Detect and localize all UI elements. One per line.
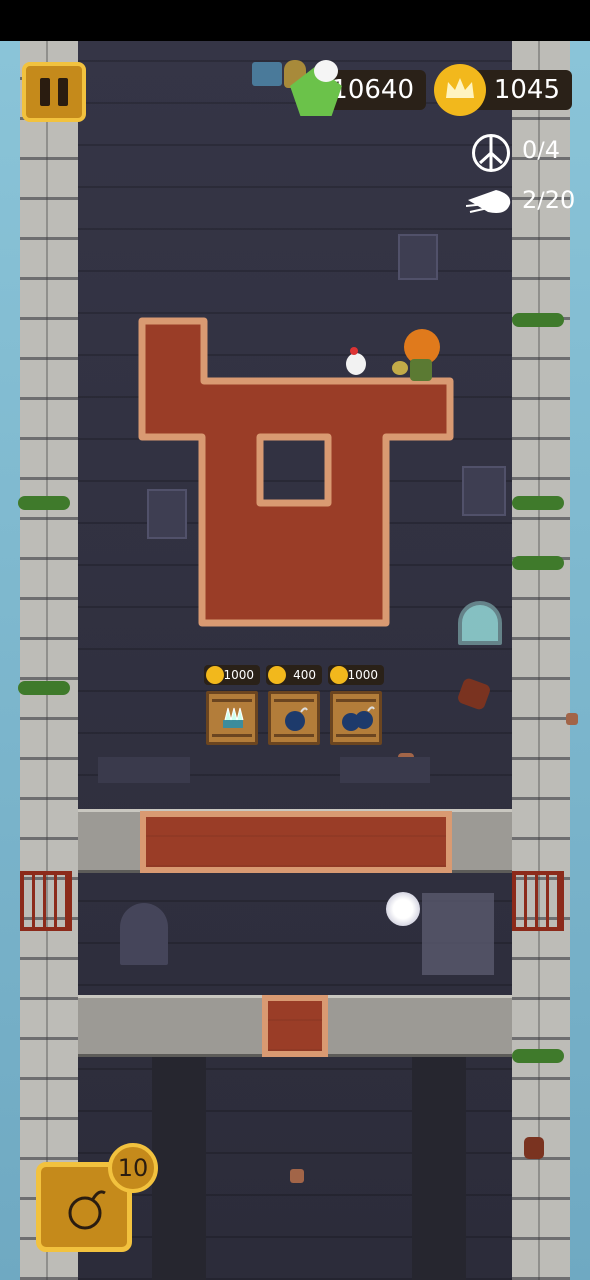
bookshelf [340,757,430,783]
statue-alcove [120,903,168,965]
brick-plug[interactable] [262,995,328,1057]
shop-price-tag: 1000 [328,665,384,685]
crown-icon [434,64,486,116]
pause-bar-icon [58,78,68,106]
dash-wing-icon [466,190,511,213]
shop-price-tag: 1000 [204,665,260,685]
vine-leaf [512,1049,564,1063]
glowing-orb[interactable] [386,892,420,926]
left-stone-pillar [20,41,78,1280]
vine-leaf [512,556,564,570]
bomb-icon [68,1190,106,1230]
peace-counter: 0/4 [522,136,560,164]
shop-price-tag: 400 [266,665,322,685]
peace-total: 4 [544,136,560,164]
game-scene[interactable]: 1000 400 1000 [0,41,590,1280]
chicken-character [346,353,366,375]
crown-value: 1045 [493,75,560,105]
bomb-icon [285,707,308,731]
dash-total: 20 [544,186,576,214]
lit-window [458,601,502,645]
counter-separator: / [537,139,545,164]
pause-bar-icon [40,78,50,106]
counter-separator: / [537,189,545,214]
peace-icon [472,134,510,172]
dash-count: 2 [522,186,538,214]
shop-price: 1000 [347,668,378,682]
shop-item-double-bomb[interactable] [330,691,382,745]
crown-icon [268,666,286,684]
shop-item-bomb[interactable] [268,691,320,745]
falling-rock [290,1169,304,1183]
double-bomb-icon [342,706,375,731]
wall-portrait [462,466,506,516]
dark-column [412,1057,466,1280]
brick-platform[interactable] [140,811,452,873]
sky-right [568,41,590,1280]
wall-portrait [398,234,438,280]
shop-price: 1000 [223,668,254,682]
spike-trap-icon [223,707,244,728]
status-bar [0,0,590,41]
sparkle-effect [392,361,408,375]
peace-count: 0 [522,136,538,164]
chicken-comb [350,347,358,355]
falling-rock [566,713,578,725]
dark-column [152,1057,206,1280]
vine-leaf [512,313,564,327]
right-stone-pillar [512,41,570,1280]
vine-leaf [512,496,564,510]
falling-rock [524,1137,544,1159]
left-gate [20,871,72,931]
boot-icon [252,62,282,86]
crown-icon [330,666,348,684]
shop-item-spike-trap[interactable] [206,691,258,745]
chicken-icon [314,60,338,82]
pause-button[interactable] [22,62,86,122]
ghost-portrait [422,893,494,975]
vine-leaf [18,496,70,510]
sky-left [0,41,22,1280]
shop-shelf: 1000 400 1000 [204,665,388,751]
shop-price: 400 [293,668,316,682]
crown-icon [206,666,224,684]
bookshelf [98,757,190,783]
right-gate [512,871,564,931]
bomb-count-badge: 10 [108,1143,158,1193]
vine-leaf [18,681,70,695]
hero-body [410,359,432,381]
dash-counter: 2/20 [522,186,575,214]
bomb-count: 10 [117,1154,149,1182]
score-value: 10640 [331,75,414,105]
